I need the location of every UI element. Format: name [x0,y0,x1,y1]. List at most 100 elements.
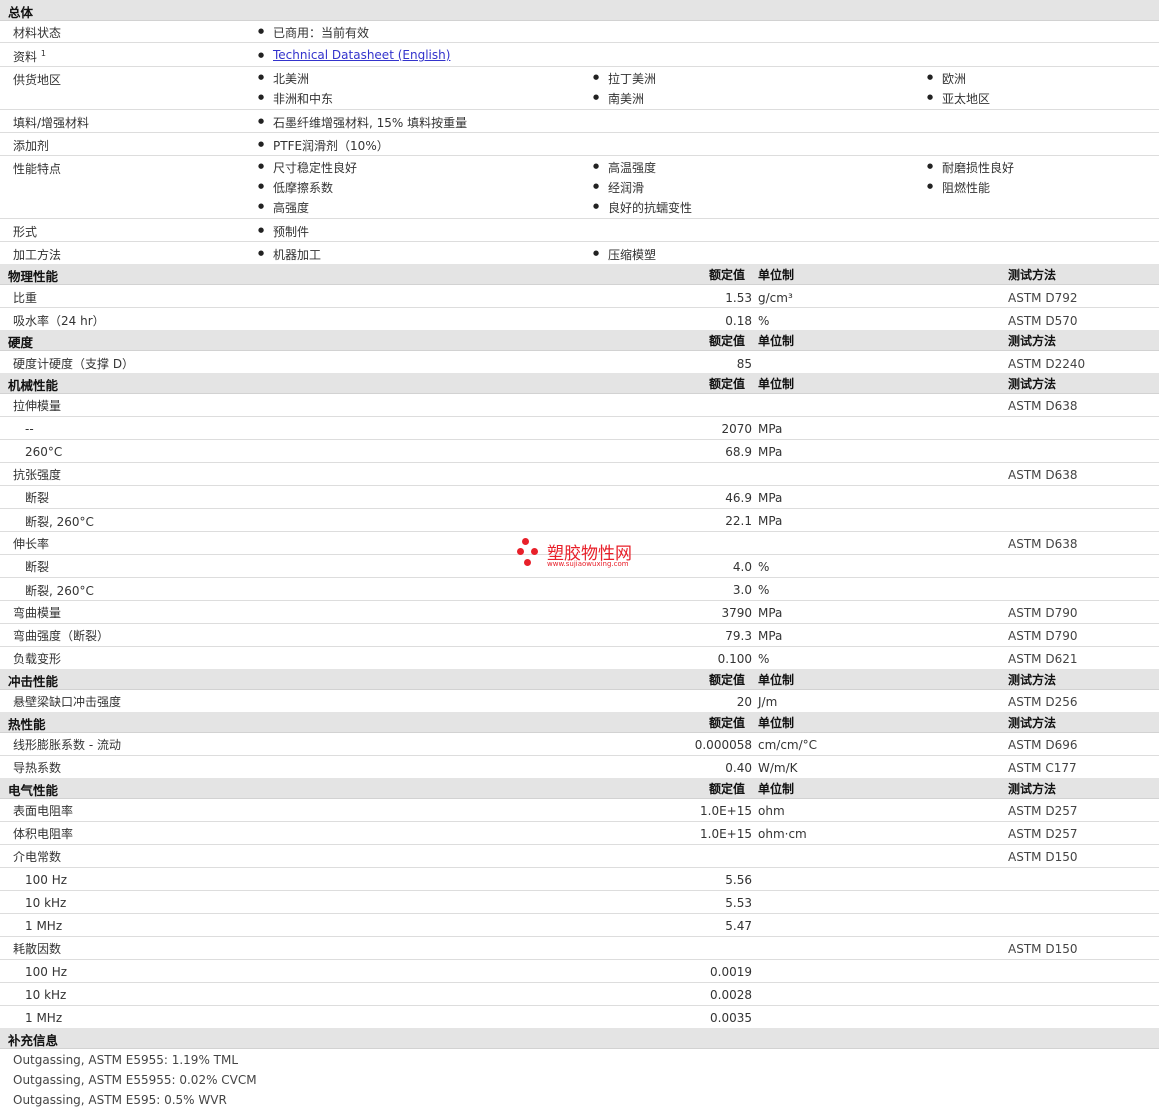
property-row-features: 性能特点 尺寸稳定性良好 高温强度 耐磨损性良好 低摩擦系数 经润滑 阻燃性能 … [0,156,1159,219]
property-unit: J/m [758,695,778,709]
property-label: 比重 [13,291,38,305]
property-row: 吸水率（24 hr） 0.18 % ASTM D570 [0,308,1159,330]
property-row: 表面电阻率 1.0E+15 ohm ASTM D257 [0,799,1159,822]
test-method: ASTM D2240 [1008,357,1086,371]
property-label: 添加剂 [13,139,50,153]
property-row-additive: 添加剂 PTFE润滑剂（10%） [0,133,1159,156]
feature-item: 良好的抗蠕变性 [593,199,692,216]
property-value: 5.53 [725,896,752,910]
feature-item: 高温强度 [593,159,656,176]
region-item: 南美洲 [593,90,644,107]
condition-label: -- [25,422,34,436]
condition-label: 10 kHz [25,896,67,910]
property-value: 1.53 [725,291,752,305]
property-label: 加工方法 [13,248,62,262]
property-label: 表面电阻率 [13,804,74,818]
property-label: 体积电阻率 [13,827,74,841]
feature-item: 低摩擦系数 [258,179,333,196]
property-label: 弯曲模量 [13,606,62,620]
section-header-hardness: 硬度 额定值 单位制 测试方法 [0,330,1159,351]
property-value: 79.3 [725,629,752,643]
property-label: 介电常数 [13,850,62,864]
section-header-physical: 物理性能 额定值 单位制 测试方法 [0,264,1159,285]
property-unit: cm/cm/°C [758,738,818,752]
condition-label: 1 MHz [25,1011,63,1025]
col-header-method: 测试方法 [1008,268,1057,282]
property-value: 0.000058 [694,738,752,752]
test-method: ASTM D790 [1008,606,1078,620]
property-unit: ohm·cm [758,827,807,841]
property-value: 1.0E+15 [700,804,752,818]
condition-label: 10 kHz [25,988,67,1002]
property-subrow: 断裂, 260°C 22.1 MPa [0,509,1159,532]
col-header-method: 测试方法 [1008,673,1057,687]
property-label: 形式 [13,225,38,239]
property-value: 0.0035 [710,1011,752,1025]
property-label: 拉伸模量 [13,399,62,413]
section-header-impact: 冲击性能 额定值 单位制 测试方法 [0,669,1159,690]
process-item: 机器加工 [258,246,321,263]
feature-item: 经润滑 [593,179,644,196]
property-value: 5.47 [725,919,752,933]
property-unit: W/m/K [758,761,798,775]
property-subrow: -- 2070 MPa [0,417,1159,440]
property-unit: g/cm³ [758,291,793,305]
property-row-regions: 供货地区 北美洲 拉丁美洲 欧洲 非洲和中东 南美洲 亚太地区 [0,67,1159,110]
property-label: 材料状态 [13,26,62,40]
property-row: 线形膨胀系数 - 流动 0.000058 cm/cm/°C ASTM D696 [0,733,1159,756]
col-header-unit: 单位制 [758,268,795,282]
section-title: 硬度 [8,335,34,350]
property-unit: MPa [758,422,783,436]
property-label: 抗张强度 [13,468,62,482]
property-value: 3.0 [732,583,752,597]
property-unit: % [758,314,770,328]
watermark-logo: 塑胶物性网 www.sujiaowuxing.com [516,537,656,577]
supplement-line: Outgassing, ASTM E55955: 0.02% CVCM [13,1073,257,1087]
region-item: 非洲和中东 [258,90,333,107]
property-row: 弯曲模量 3790 MPa ASTM D790 [0,601,1159,624]
property-row: 拉伸模量 ASTM D638 [0,394,1159,417]
col-header-unit: 单位制 [758,334,795,348]
property-row: 耗散因数 ASTM D150 [0,937,1159,960]
section-header-mechanical: 机械性能 额定值 单位制 测试方法 [0,373,1159,394]
datasheet-item: Technical Datasheet (English) [258,48,450,63]
section-header-general: 总体 [0,0,1159,21]
col-header-value: 额定值 [709,782,746,796]
property-label: 耗散因数 [13,942,62,956]
supplement-line: Outgassing, ASTM E5955: 1.19% TML [13,1053,239,1067]
property-value: 22.1 [725,514,752,528]
section-header-supplement: 补充信息 [0,1028,1159,1049]
col-header-unit: 单位制 [758,716,795,730]
property-value: 4.0 [732,560,752,574]
property-subrow: 100 Hz 0.0019 [0,960,1159,983]
property-value: 已商用：当前有效 [258,24,369,41]
test-method: ASTM D150 [1008,850,1078,864]
property-label: 吸水率（24 hr） [13,314,105,328]
property-label: 悬壁梁缺口冲击强度 [13,695,122,709]
test-method: ASTM D638 [1008,399,1078,413]
property-row: 悬壁梁缺口冲击强度 20 J/m ASTM D256 [0,690,1159,712]
section-title: 冲击性能 [8,674,59,689]
property-value: 0.0028 [710,988,752,1002]
property-subrow: 10 kHz 5.53 [0,891,1159,914]
property-unit: % [758,652,770,666]
section-title: 机械性能 [8,378,59,393]
property-label: 填料/增强材料 [13,116,90,130]
datasheet-link[interactable]: Technical Datasheet (English) [273,48,450,62]
test-method: ASTM D790 [1008,629,1078,643]
region-item: 拉丁美洲 [593,70,656,87]
condition-label: 260°C [25,445,63,459]
condition-label: 100 Hz [25,873,68,887]
property-row: 弯曲强度（断裂） 79.3 MPa ASTM D790 [0,624,1159,647]
section-title: 补充信息 [8,1033,59,1048]
feature-item: 阻燃性能 [927,179,990,196]
property-label: 负载变形 [13,652,62,666]
property-row: 抗张强度 ASTM D638 [0,463,1159,486]
property-unit: ohm [758,804,785,818]
property-row-form: 形式 预制件 [0,219,1159,242]
property-label: 资料 1 [13,49,46,64]
property-unit: MPa [758,491,783,505]
section-title: 总体 [8,5,34,20]
feature-item: 耐磨损性良好 [927,159,1014,176]
property-value: PTFE润滑剂（10%） [258,137,389,154]
